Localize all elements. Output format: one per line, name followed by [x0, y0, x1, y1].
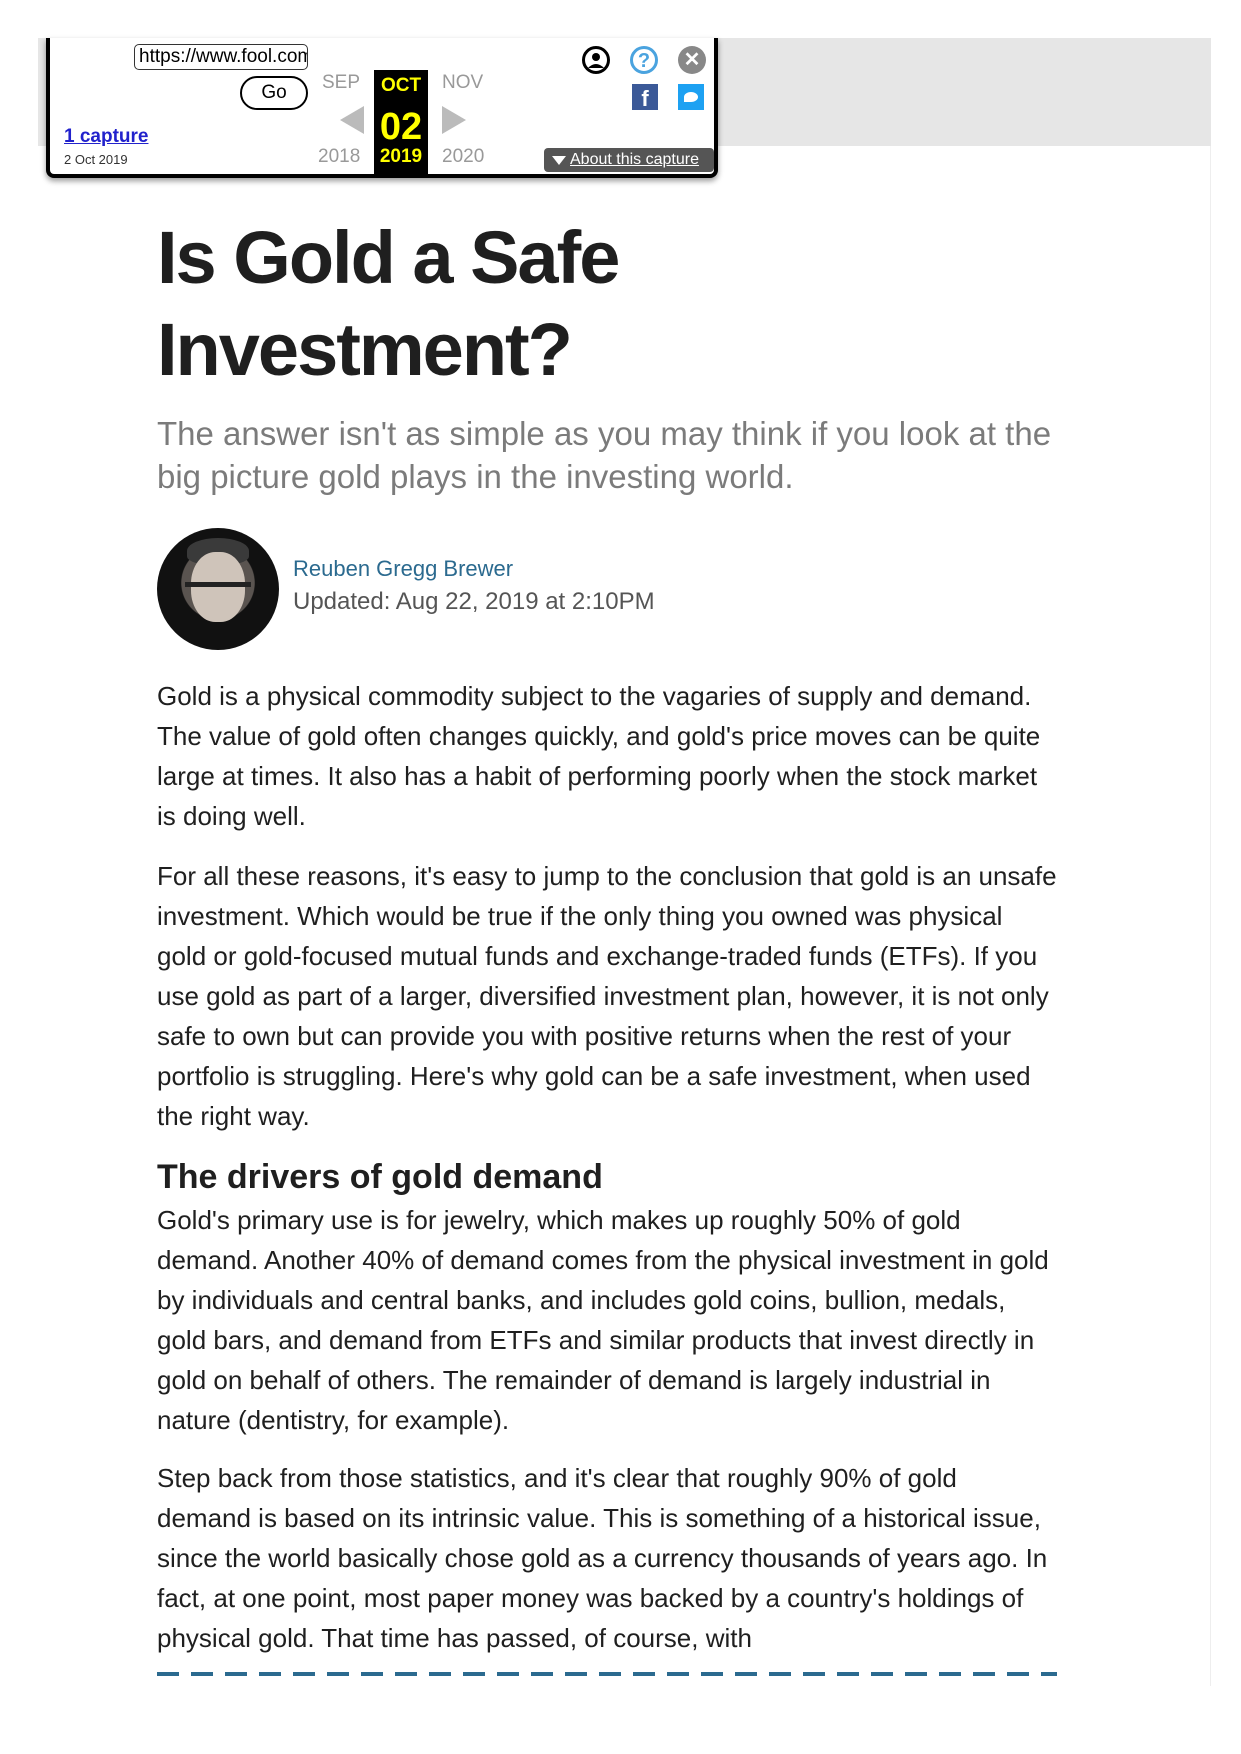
captures-link[interactable]: 1 capture	[64, 126, 148, 148]
current-month: OCT	[380, 75, 422, 96]
article-paragraph: For all these reasons, it's easy to jump…	[157, 861, 1057, 1131]
article-subtitle: The answer isn't as simple as you may th…	[157, 415, 1052, 495]
author-link[interactable]: Reuben Gregg Brewer	[293, 556, 513, 582]
capture-date: 2 Oct 2019	[64, 152, 128, 167]
article-paragraph: Gold is a physical commodity subject to …	[157, 681, 1041, 831]
article-paragraph: Gold's primary use is for jewelry, which…	[157, 1205, 1049, 1435]
page-edge	[1210, 146, 1211, 1686]
prev-month-link[interactable]: SEP	[322, 72, 360, 94]
section-heading: The drivers of gold demand	[157, 1158, 603, 1196]
article-title: Is Gold a Safe Investment?	[157, 216, 620, 391]
help-icon[interactable]: ?	[630, 46, 658, 74]
wayback-go-button[interactable]: Go	[240, 76, 308, 110]
current-day: 02	[379, 106, 423, 148]
twitter-icon[interactable]	[678, 84, 704, 110]
current-year: 2019	[378, 146, 424, 168]
prev-year-link[interactable]: 2018	[318, 146, 360, 168]
wayback-url-input[interactable]: https://www.fool.com	[134, 44, 308, 70]
prev-capture-arrow-icon[interactable]	[340, 106, 364, 134]
next-capture-arrow-icon[interactable]	[442, 106, 466, 134]
facebook-icon[interactable]: f	[632, 84, 658, 111]
user-icon[interactable]	[582, 46, 610, 74]
about-capture-button[interactable]: About this capture	[544, 148, 714, 172]
next-year-link[interactable]: 2020	[442, 146, 484, 168]
updated-timestamp: Updated: Aug 22, 2019 at 2:10PM	[293, 588, 655, 615]
close-icon[interactable]: ✕	[678, 46, 706, 74]
author-avatar[interactable]	[157, 528, 279, 650]
truncated-link-text[interactable]	[157, 1672, 1057, 1676]
next-month-link[interactable]: NOV	[442, 72, 483, 94]
article-paragraph: Step back from those statistics, and it'…	[157, 1463, 1048, 1653]
wayback-toolbar: https://www.fool.com Go 1 capture 2 Oct …	[46, 38, 718, 178]
